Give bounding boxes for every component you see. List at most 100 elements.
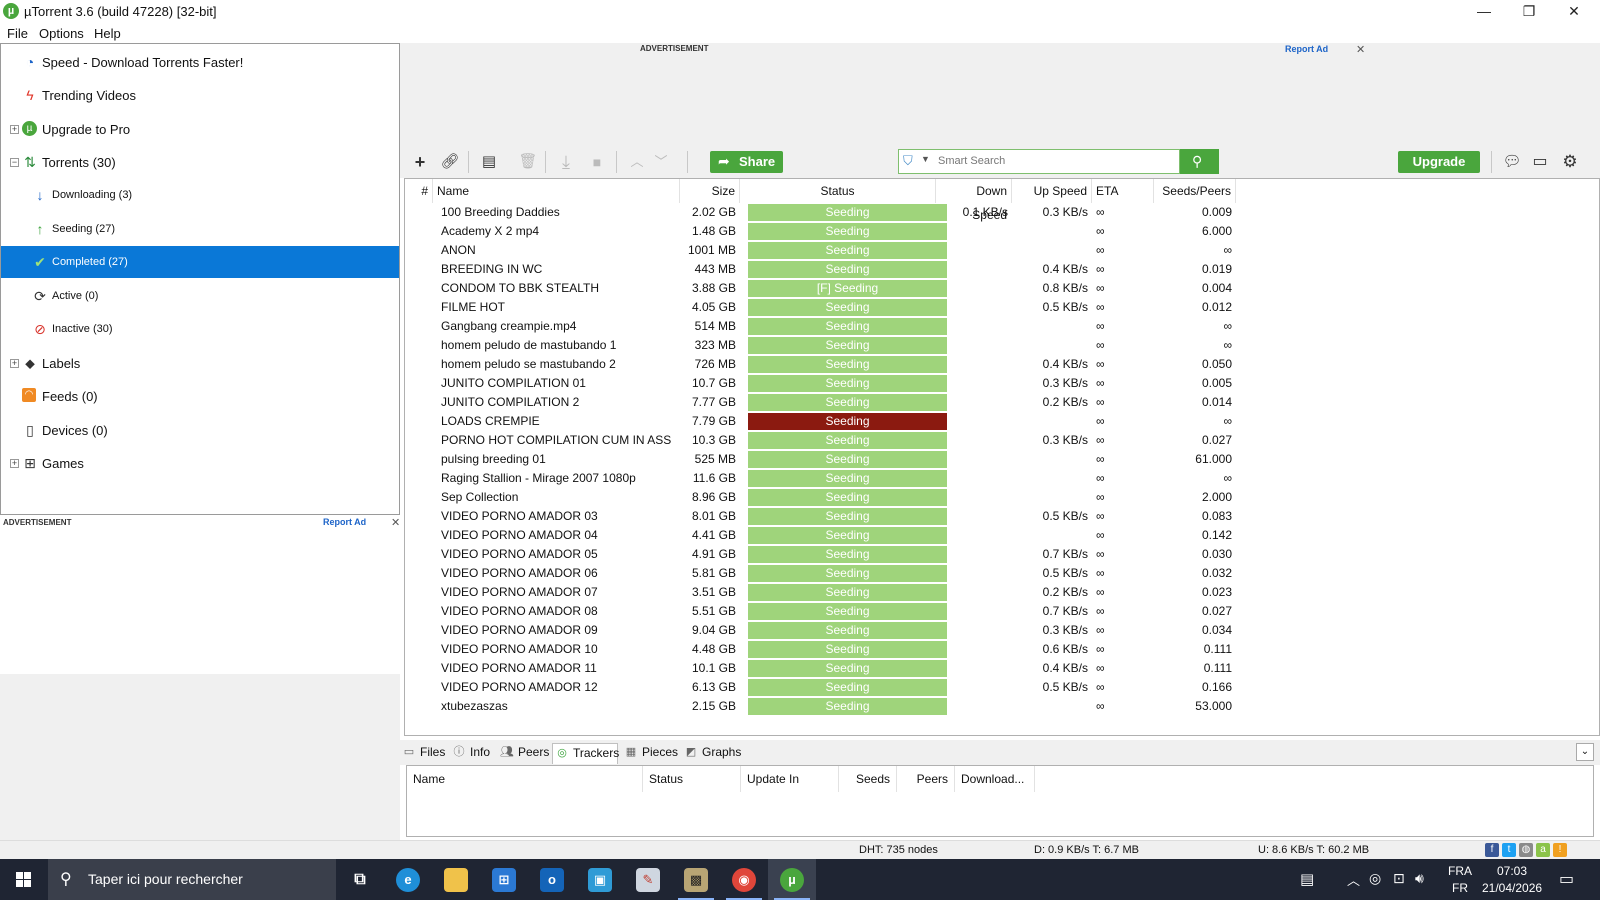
column-header-number[interactable]: #: [405, 179, 433, 203]
clock-time[interactable]: 07:03: [1497, 864, 1527, 878]
search-button[interactable]: ⚲: [1180, 149, 1219, 174]
smart-search-input[interactable]: ⛉ ▼ Smart Search: [898, 149, 1180, 174]
tracker-column-status[interactable]: Status: [643, 766, 741, 792]
torrent-row[interactable]: VIDEO PORNO AMADOR 09 9.04 GB Seeding 0.3 K…: [405, 621, 1599, 640]
remote-device-icon[interactable]: ▭: [1529, 151, 1551, 173]
expand-icon[interactable]: +: [10, 459, 19, 468]
torrent-row[interactable]: VIDEO PORNO AMADOR 07 3.51 GB Seeding 0.2 K…: [405, 583, 1599, 602]
sidebar-item-inactive[interactable]: ⊘ Inactive (30): [1, 313, 399, 345]
gear-icon[interactable]: ⚙: [1559, 151, 1581, 173]
column-header-up-speed[interactable]: Up Speed: [1012, 179, 1092, 203]
torrent-row[interactable]: Gangbang creampie.mp4 514 MB Seeding ∞ ∞: [405, 317, 1599, 336]
taskbar-app-store[interactable]: ⊞: [480, 859, 528, 900]
torrent-row[interactable]: VIDEO PORNO AMADOR 12 6.13 GB Seeding 0.5 K…: [405, 678, 1599, 697]
sidebar-item-games[interactable]: + ⊞ Games: [1, 447, 399, 479]
torrent-row[interactable]: Raging Stallion - Mirage 2007 1080p 11.6 …: [405, 469, 1599, 488]
torrent-row[interactable]: VIDEO PORNO AMADOR 10 4.48 GB Seeding 0.6 K…: [405, 640, 1599, 659]
tab-files[interactable]: ▭ Files: [400, 743, 446, 764]
tab-trackers[interactable]: ◎ Trackers: [552, 743, 619, 764]
upgrade-button[interactable]: Upgrade: [1398, 151, 1480, 173]
tab-peers[interactable]: 👥︎ Peers: [498, 743, 550, 764]
menu-help[interactable]: Help: [94, 26, 121, 41]
torrent-row[interactable]: 100 Breeding Daddies 2.02 GB Seeding 0.1 KB…: [405, 203, 1599, 222]
torrent-row[interactable]: VIDEO PORNO AMADOR 05 4.91 GB Seeding 0.7 K…: [405, 545, 1599, 564]
sidebar-item-speed[interactable]: ◔ Speed - Download Torrents Faster!: [1, 46, 399, 78]
torrent-row[interactable]: CONDOM TO BBK STEALTH 3.88 GB [F] Seeding 0…: [405, 279, 1599, 298]
close-button[interactable]: ✕: [1552, 0, 1596, 23]
taskbar-app-file-explorer[interactable]: [432, 859, 480, 900]
warning-icon[interactable]: !: [1553, 843, 1567, 857]
move-down-icon[interactable]: ﹀: [650, 151, 672, 173]
menu-file[interactable]: File: [7, 26, 28, 41]
column-header-down-speed[interactable]: Down Speed: [936, 179, 1012, 222]
column-header-name[interactable]: Name: [433, 179, 680, 203]
column-header-status[interactable]: Status: [740, 179, 936, 203]
taskbar-app-notes[interactable]: ✎: [624, 859, 672, 900]
tab-graphs[interactable]: ◩ Graphs: [682, 743, 742, 764]
column-header-seeds-peers[interactable]: Seeds/Peers: [1154, 179, 1236, 203]
language-indicator-line1[interactable]: FRA: [1448, 864, 1472, 878]
language-indicator-line2[interactable]: FR: [1452, 881, 1468, 895]
torrent-row[interactable]: VIDEO PORNO AMADOR 03 8.01 GB Seeding 0.5 K…: [405, 507, 1599, 526]
facebook-icon[interactable]: f: [1485, 843, 1499, 857]
stop-icon[interactable]: ■: [586, 151, 608, 173]
torrent-row[interactable]: JUNITO COMPILATION 2 7.77 GB Seeding 0.2 KB…: [405, 393, 1599, 412]
notification-center-icon[interactable]: ▭: [1559, 869, 1574, 889]
restore-button[interactable]: ❐: [1507, 0, 1551, 23]
task-view-button[interactable]: ⧉: [336, 859, 384, 900]
ad-close-icon[interactable]: ✕: [391, 516, 400, 529]
start-button[interactable]: [0, 859, 48, 900]
minimize-button[interactable]: —: [1462, 0, 1506, 23]
sidebar-item-seeding[interactable]: ↑ Seeding (27): [1, 213, 399, 245]
delete-icon[interactable]: 🗑︎: [517, 151, 539, 173]
torrent-row[interactable]: homem peludo se mastubando 2 726 MB Seedin…: [405, 355, 1599, 374]
column-header-size[interactable]: Size: [680, 179, 740, 203]
torrent-row[interactable]: VIDEO PORNO AMADOR 08 5.51 GB Seeding 0.7 K…: [405, 602, 1599, 621]
collapse-panel-chevron-icon[interactable]: ⌄: [1576, 743, 1594, 761]
tab-info[interactable]: ⓘ Info: [450, 743, 494, 764]
tracker-column-name[interactable]: Name: [407, 766, 643, 792]
twitter-icon[interactable]: t: [1502, 843, 1516, 857]
tracker-column-peers[interactable]: Peers: [897, 766, 955, 792]
taskbar-app-media[interactable]: ▩: [672, 859, 720, 900]
tracker-column-download[interactable]: Download...: [955, 766, 1035, 792]
sidebar-item-feeds[interactable]: ◠ Feeds (0): [1, 380, 399, 412]
add-link-icon[interactable]: 🔗︎: [439, 151, 461, 173]
tracker-column-seeds[interactable]: Seeds: [839, 766, 897, 792]
sidebar-item-upgrade[interactable]: + µ Upgrade to Pro: [1, 113, 399, 145]
torrent-row[interactable]: Sep Collection 8.96 GB Seeding ∞ 2.000: [405, 488, 1599, 507]
taskbar-app-edge[interactable]: e: [384, 859, 432, 900]
tracker-column-update-in[interactable]: Update In: [741, 766, 839, 792]
android-icon[interactable]: a: [1536, 843, 1550, 857]
ad-close-icon[interactable]: ✕: [1356, 43, 1365, 56]
chat-icon[interactable]: 💬︎: [1501, 151, 1523, 173]
chevron-up-icon[interactable]: ︿: [1347, 870, 1360, 889]
torrent-row[interactable]: xtubezaszas 2.15 GB Seeding ∞ 53.000: [405, 697, 1599, 716]
taskbar-app-utorrent[interactable]: µ: [768, 859, 816, 900]
torrent-row[interactable]: VIDEO PORNO AMADOR 04 4.41 GB Seeding ∞ 0.14…: [405, 526, 1599, 545]
torrent-row[interactable]: LOADS CREMPIE 7.79 GB Seeding ∞ ∞: [405, 412, 1599, 431]
sidebar-item-downloading[interactable]: ↓ Downloading (3): [1, 179, 399, 211]
chevron-down-icon[interactable]: ▼: [921, 154, 930, 164]
sidebar-item-devices[interactable]: ▯ Devices (0): [1, 414, 399, 446]
expand-icon[interactable]: +: [10, 125, 19, 134]
sidebar-item-torrents[interactable]: − ⇅ Torrents (30): [1, 146, 399, 178]
report-ad-link[interactable]: Report Ad: [1285, 44, 1328, 54]
share-button[interactable]: ➦ Share: [710, 151, 783, 173]
create-torrent-icon[interactable]: ▤: [478, 151, 500, 173]
torrent-row[interactable]: pulsing breeding 01 525 MB Seeding ∞ 61.000: [405, 450, 1599, 469]
torrent-row[interactable]: PORNO HOT COMPILATION CUM IN ASS 10.3 GB S…: [405, 431, 1599, 450]
column-header-eta[interactable]: ETA: [1092, 179, 1154, 203]
start-download-icon[interactable]: ⤓: [555, 151, 577, 173]
torrent-row[interactable]: Academy X 2 mp4 1.48 GB Seeding ∞ 6.000: [405, 222, 1599, 241]
sidebar-item-trending[interactable]: ϟ Trending Videos: [1, 79, 399, 111]
taskbar-app-outlook[interactable]: o: [528, 859, 576, 900]
menu-options[interactable]: Options: [39, 26, 84, 41]
torrent-row[interactable]: JUNITO COMPILATION 01 10.7 GB Seeding 0.3 K…: [405, 374, 1599, 393]
torrent-row[interactable]: FILME HOT 4.05 GB Seeding 0.5 KB/s ∞ 0.012: [405, 298, 1599, 317]
sidebar-item-labels[interactable]: + ⬥ Labels: [1, 347, 399, 379]
add-torrent-icon[interactable]: +: [409, 151, 431, 173]
search-provider-shield-icon[interactable]: ⛉: [903, 153, 913, 169]
sidebar-item-active[interactable]: ⟳ Active (0): [1, 280, 399, 312]
torrent-row[interactable]: VIDEO PORNO AMADOR 06 5.81 GB Seeding 0.5 K…: [405, 564, 1599, 583]
